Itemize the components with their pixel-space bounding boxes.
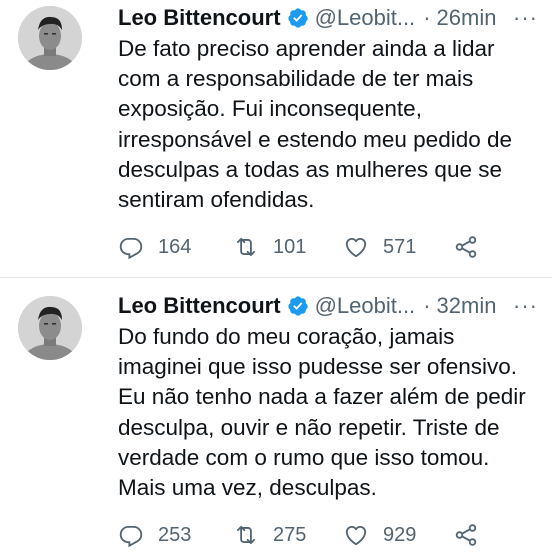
author-handle[interactable]: @Leobit...: [315, 292, 416, 320]
share-button[interactable]: [453, 522, 479, 548]
author-name[interactable]: Leo Bittencourt: [118, 4, 281, 32]
reply-count: 253: [158, 523, 192, 546]
retweet-button[interactable]: 101: [233, 234, 343, 260]
verified-badge-icon: [287, 295, 309, 317]
separator: ·: [423, 5, 431, 30]
author-name[interactable]: Leo Bittencourt: [118, 292, 281, 320]
tweet-header: Leo Bittencourt @Leobit... · 32min ···: [118, 292, 538, 320]
retweet-count: 101: [273, 235, 307, 258]
like-icon: [345, 237, 367, 258]
retweet-button[interactable]: 275: [233, 522, 343, 548]
avatar[interactable]: [18, 296, 82, 360]
avatar[interactable]: [18, 6, 82, 70]
more-icon[interactable]: ···: [513, 4, 538, 32]
verified-badge-icon: [287, 7, 309, 29]
author-handle[interactable]: @Leobit...: [315, 4, 416, 32]
tweet-text: De fato preciso aprender ainda a lidar c…: [118, 36, 513, 213]
retweet-icon: [236, 237, 256, 257]
tweet-text: Do fundo do meu coração, jamais imaginei…: [118, 324, 526, 501]
reply-button[interactable]: 164: [118, 234, 233, 260]
share-button[interactable]: [453, 234, 479, 260]
like-button[interactable]: 929: [343, 522, 453, 548]
retweet-icon: [236, 525, 256, 545]
timestamp[interactable]: 26min: [437, 4, 497, 32]
separator: ·: [423, 293, 431, 318]
reply-icon: [119, 525, 143, 548]
like-icon: [345, 525, 367, 546]
reply-button[interactable]: 253: [118, 522, 233, 548]
share-icon: [455, 524, 477, 546]
tweet-actions: 164 101 571: [118, 230, 532, 264]
like-count: 929: [383, 523, 417, 546]
like-count: 571: [383, 235, 417, 258]
tweet[interactable]: Leo Bittencourt @Leobit... · 26min ··· D…: [0, 0, 552, 277]
timeline: Leo Bittencourt @Leobit... · 26min ··· D…: [0, 0, 552, 556]
share-icon: [455, 236, 477, 258]
tweet[interactable]: Leo Bittencourt @Leobit... · 32min ··· D…: [0, 277, 552, 556]
reply-count: 164: [158, 235, 192, 258]
tweet-actions: 253 275 929: [118, 518, 532, 552]
tweet-header: Leo Bittencourt @Leobit... · 26min ···: [118, 4, 538, 32]
reply-icon: [119, 237, 143, 260]
like-button[interactable]: 571: [343, 234, 453, 260]
more-icon[interactable]: ···: [513, 292, 538, 320]
retweet-count: 275: [273, 523, 307, 546]
timestamp[interactable]: 32min: [437, 292, 497, 320]
